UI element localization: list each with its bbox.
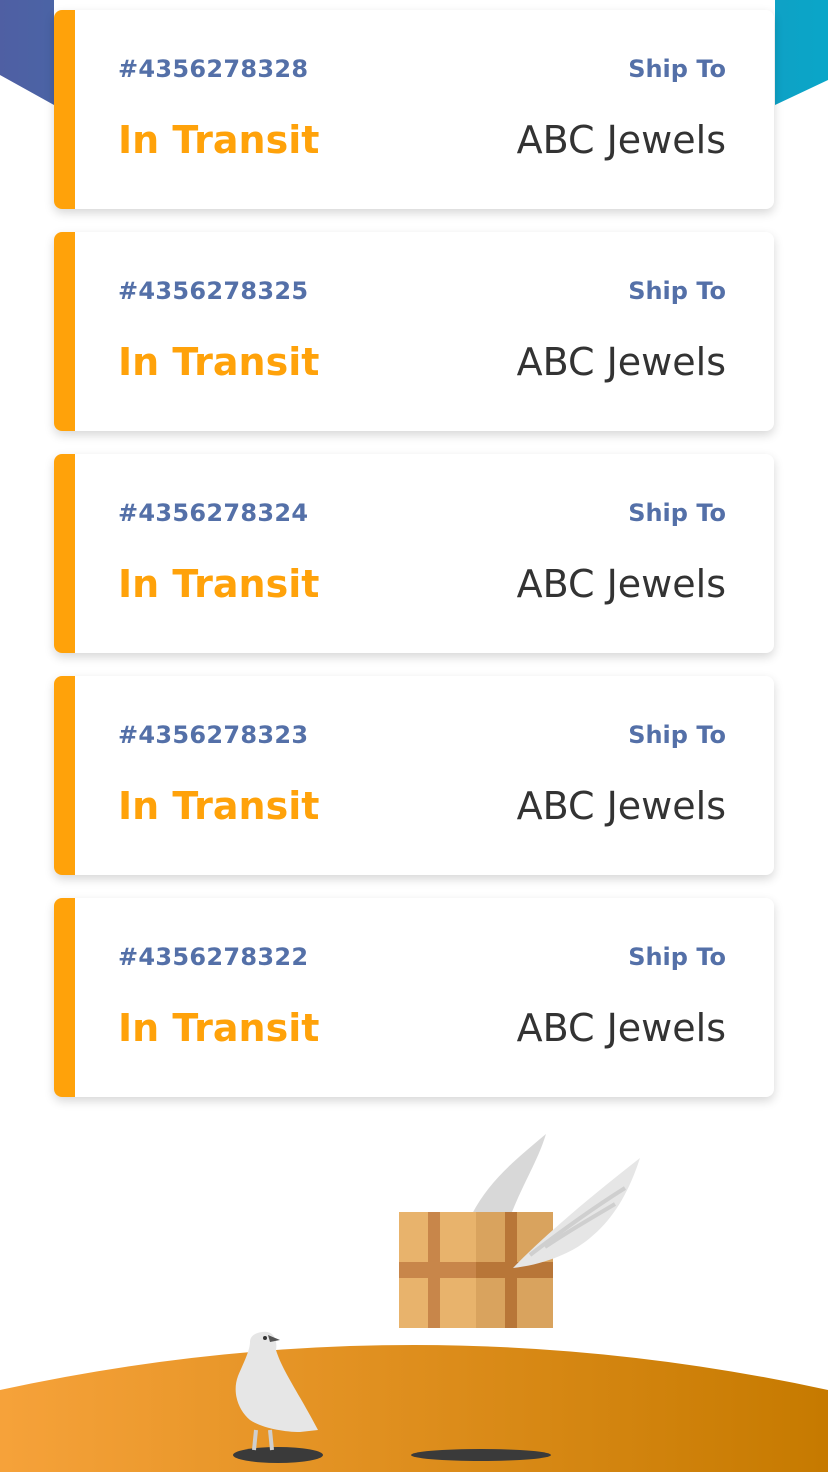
status-accent-bar: [54, 898, 75, 1097]
shipment-status: In Transit: [118, 1006, 320, 1050]
shipment-status: In Transit: [118, 340, 320, 384]
pigeon-shadow: [233, 1447, 323, 1463]
order-id: #4356278325: [118, 277, 309, 305]
shipment-list: #4356278328 Ship To In Transit ABC Jewel…: [54, 10, 774, 1120]
shipment-status: In Transit: [118, 784, 320, 828]
shipment-card[interactable]: #4356278322 Ship To In Transit ABC Jewel…: [54, 898, 774, 1097]
recipient-name: ABC Jewels: [516, 562, 726, 606]
winged-box-icon: [399, 1134, 640, 1328]
recipient-name: ABC Jewels: [516, 118, 726, 162]
order-id: #4356278324: [118, 499, 309, 527]
status-accent-bar: [54, 676, 75, 875]
ship-to-label: Ship To: [628, 721, 726, 749]
ship-to-label: Ship To: [628, 943, 726, 971]
order-id: #4356278328: [118, 55, 309, 83]
recipient-name: ABC Jewels: [516, 340, 726, 384]
shipment-card[interactable]: #4356278324 Ship To In Transit ABC Jewel…: [54, 454, 774, 653]
order-id: #4356278322: [118, 943, 309, 971]
delivery-illustration: [0, 1134, 828, 1472]
ship-to-label: Ship To: [628, 55, 726, 83]
status-accent-bar: [54, 232, 75, 431]
shipment-status: In Transit: [118, 562, 320, 606]
shipment-card[interactable]: #4356278325 Ship To In Transit ABC Jewel…: [54, 232, 774, 431]
status-accent-bar: [54, 10, 75, 209]
status-accent-bar: [54, 454, 75, 653]
order-id: #4356278323: [118, 721, 309, 749]
recipient-name: ABC Jewels: [516, 784, 726, 828]
shipment-card[interactable]: #4356278323 Ship To In Transit ABC Jewel…: [54, 676, 774, 875]
recipient-name: ABC Jewels: [516, 1006, 726, 1050]
shipment-card[interactable]: #4356278328 Ship To In Transit ABC Jewel…: [54, 10, 774, 209]
shipment-status: In Transit: [118, 118, 320, 162]
ground-hill: [0, 1345, 828, 1472]
ship-to-label: Ship To: [628, 499, 726, 527]
box-shadow: [411, 1449, 551, 1461]
ship-to-label: Ship To: [628, 277, 726, 305]
